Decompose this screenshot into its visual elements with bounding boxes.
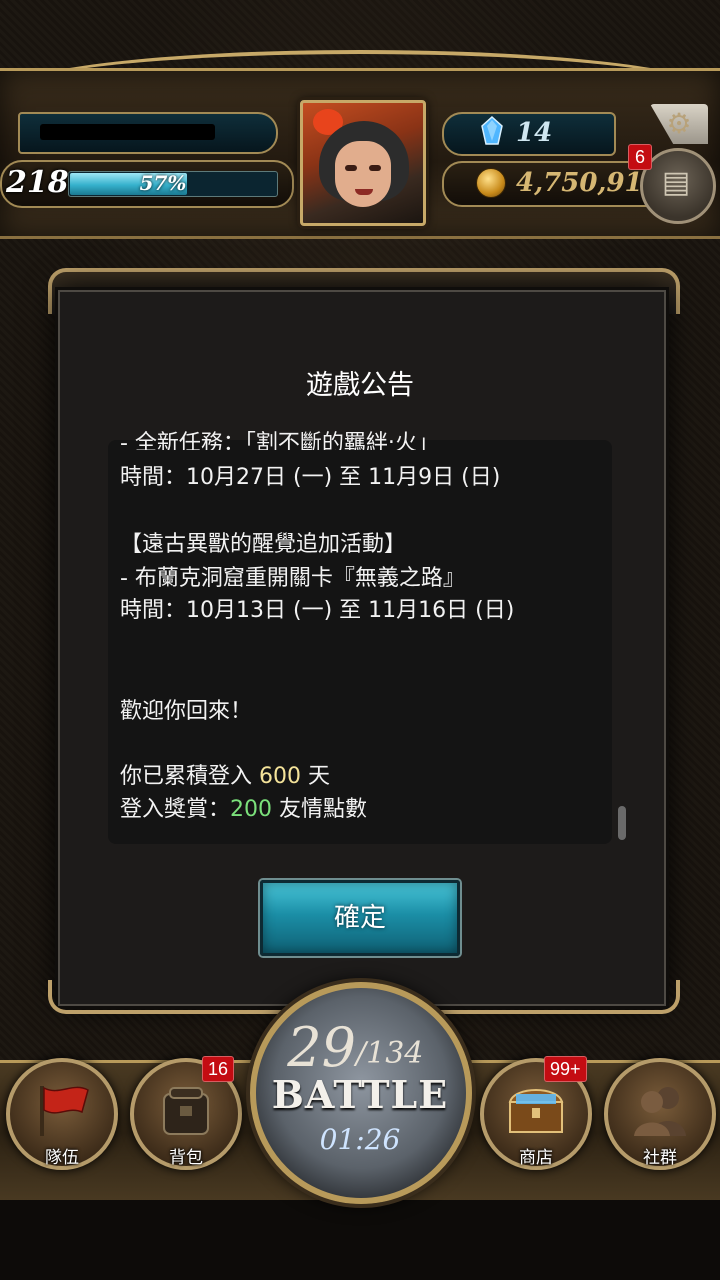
player-level: 218 — [6, 165, 69, 200]
exp-percent: 57% — [139, 171, 187, 195]
social-label: 社群 — [643, 1148, 677, 1168]
coin-icon — [476, 168, 506, 198]
login-days-suffix: 天 — [301, 764, 330, 789]
friends-icon — [634, 1087, 686, 1136]
reward-prefix: 登入獎賞： — [120, 797, 231, 822]
notice-line: 歡迎你回來！ — [120, 699, 253, 724]
bag-badge: 16 — [202, 1056, 235, 1082]
battle-label: BATTLE — [271, 1072, 449, 1117]
confirm-button-label: 確定 — [333, 903, 386, 933]
notice-line: 時間：10月13日 (一) 至 11月16日 (日) — [120, 598, 515, 623]
stamina-max: /134 — [356, 1036, 424, 1071]
portrait-face — [335, 141, 391, 207]
backpack-icon — [163, 1087, 209, 1135]
magic-stone-icon — [481, 116, 503, 145]
player-name-redacted — [40, 124, 215, 140]
shop-label: 商店 — [519, 1148, 553, 1168]
bag-label: 背包 — [169, 1148, 203, 1168]
stamina-timer: 01:26 — [319, 1123, 401, 1156]
gold-count: 4,750,918 — [516, 168, 661, 198]
notice-line: 時間：10月27日 (一) 至 11月9日 (日) — [120, 465, 501, 490]
team-label: 隊伍 — [45, 1148, 79, 1168]
stamina-current: 29 — [287, 1016, 356, 1079]
login-reward-line: 登入獎賞：200 友情點數 — [120, 794, 600, 826]
login-days-count: 600 — [259, 764, 301, 789]
magic-stone-count: 14 — [516, 118, 553, 148]
scrollbar[interactable] — [618, 806, 626, 840]
menu-badge: 6 — [628, 144, 652, 170]
notice-line: 【遠古異獸的醒覺追加活動】 — [120, 532, 407, 557]
login-days-line: 你已累積登入 600 天 — [120, 761, 600, 793]
top-hud: 57% 218 14 4,750,918 ⚙ ▤ 6 — [0, 0, 720, 250]
treasure-chest-icon — [508, 1089, 564, 1133]
dialog-title: 遊戲公告 — [306, 370, 414, 401]
bottom-shadow — [0, 1200, 720, 1280]
flag-icon — [40, 1086, 89, 1136]
notice-line: - 全新任務：「割不斷的羈絆‧火」 — [120, 431, 439, 450]
reward-amount: 200 — [230, 797, 273, 822]
login-days-prefix: 你已累積登入 — [120, 764, 259, 789]
reward-suffix: 友情點數 — [272, 797, 368, 822]
leader-portrait[interactable] — [300, 100, 426, 226]
menu-icon: ▤ — [661, 165, 691, 200]
portrait-eye — [369, 165, 381, 171]
notice-line: - 布蘭克洞窟重開關卡『無義之路』 — [120, 566, 465, 591]
shop-badge: 99+ — [544, 1056, 587, 1082]
portrait-eye — [345, 165, 357, 171]
